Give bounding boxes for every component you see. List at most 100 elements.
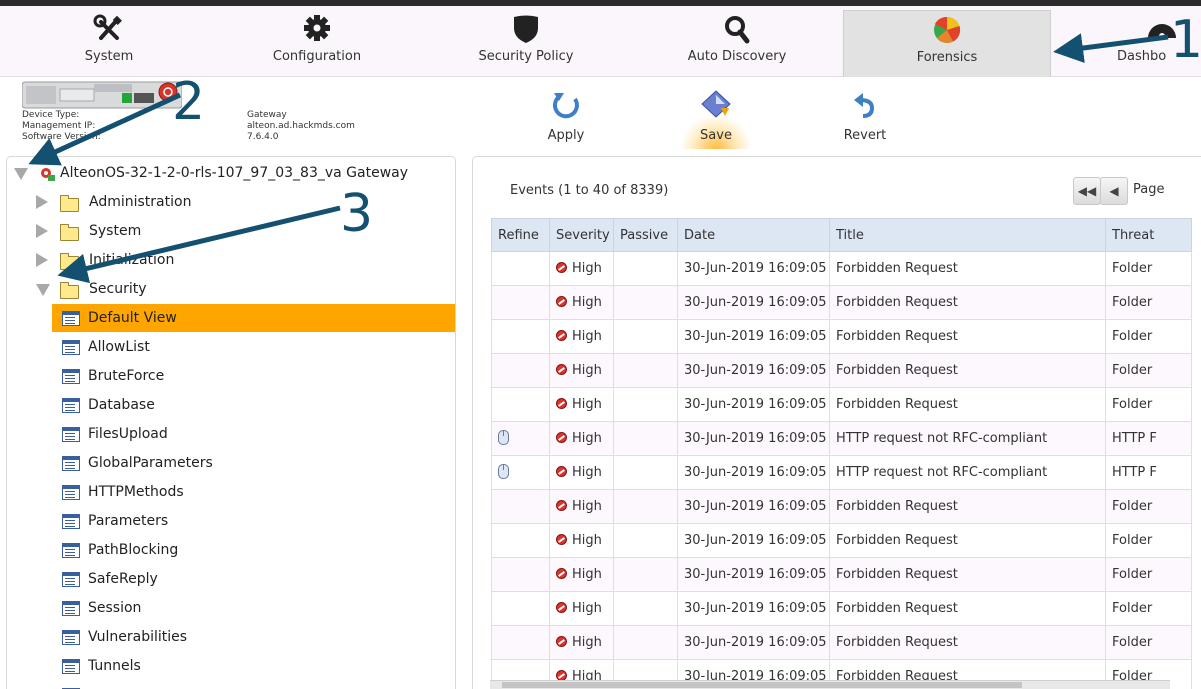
tree-folder-administration[interactable]: Administration <box>7 188 455 216</box>
event-row[interactable]: High30-Jun-2019 16:09:05Forbidden Reques… <box>492 592 1192 626</box>
refine-cell[interactable] <box>492 456 550 490</box>
high-severity-icon <box>556 330 567 341</box>
expand-icon[interactable] <box>36 253 48 267</box>
high-severity-icon <box>556 432 567 443</box>
first-page-button[interactable]: ◀◀ <box>1073 177 1101 205</box>
nav-system-label: System <box>34 49 184 64</box>
nav-configuration[interactable]: Configuration <box>242 6 392 76</box>
nav-forensics-label: Forensics <box>844 50 1050 65</box>
nav-auto-discovery-label: Auto Discovery <box>662 49 812 64</box>
refine-cell[interactable] <box>492 490 550 524</box>
tree-view-default-view[interactable]: Default View <box>52 304 455 332</box>
tree-view-safereply[interactable]: SafeReply <box>52 565 455 593</box>
date-cell: 30-Jun-2019 16:09:05 <box>678 626 830 660</box>
event-row[interactable]: High30-Jun-2019 16:09:05Forbidden Reques… <box>492 490 1192 524</box>
apply-icon <box>551 90 581 120</box>
tree-view-database[interactable]: Database <box>52 391 455 419</box>
passive-cell <box>614 354 678 388</box>
tree-view-label: SafeReply <box>88 565 158 593</box>
threat-cell: Folder <box>1106 320 1192 354</box>
passive-cell <box>614 388 678 422</box>
expand-icon[interactable] <box>36 224 48 238</box>
previous-page-button[interactable]: ◀ <box>1100 177 1128 205</box>
column-header-date[interactable]: Date <box>678 219 830 252</box>
save-button[interactable]: Save <box>681 90 751 143</box>
apply-button[interactable]: Apply <box>531 90 601 143</box>
nav-auto-discovery[interactable]: Auto Discovery <box>662 6 812 76</box>
tree-folder-security[interactable]: Security <box>7 275 455 303</box>
refine-cell[interactable] <box>492 626 550 660</box>
collapse-icon[interactable] <box>36 284 50 296</box>
refine-cell[interactable] <box>492 286 550 320</box>
refine-cell[interactable] <box>492 354 550 388</box>
tree-folder-initialization[interactable]: Initialization <box>7 246 455 274</box>
event-row[interactable]: High30-Jun-2019 16:09:05Forbidden Reques… <box>492 286 1192 320</box>
refine-cell[interactable] <box>492 592 550 626</box>
tree-view-label: HTTPMethods <box>88 478 184 506</box>
nav-system[interactable]: System <box>34 6 184 76</box>
tree-view-label: BruteForce <box>88 362 164 390</box>
column-header-refine[interactable]: Refine <box>492 219 550 252</box>
event-row[interactable]: High30-Jun-2019 16:09:05Forbidden Reques… <box>492 320 1192 354</box>
nav-security-policy[interactable]: Security Policy <box>451 6 601 76</box>
passive-cell <box>614 490 678 524</box>
tree-view-bruteforce[interactable]: BruteForce <box>52 362 455 390</box>
high-severity-icon <box>556 500 567 511</box>
event-row[interactable]: High30-Jun-2019 16:09:05HTTP request not… <box>492 456 1192 490</box>
refine-cell[interactable] <box>492 320 550 354</box>
tree-view-filesupload[interactable]: FilesUpload <box>52 420 455 448</box>
nav-forensics[interactable]: Forensics <box>843 10 1051 77</box>
tree-view-session[interactable]: Session <box>52 594 455 622</box>
event-row[interactable]: High30-Jun-2019 16:09:05Forbidden Reques… <box>492 252 1192 286</box>
refine-mouse-icon[interactable] <box>498 430 509 445</box>
column-header-title[interactable]: Title <box>830 219 1106 252</box>
magnifier-icon <box>721 14 753 44</box>
event-row[interactable]: High30-Jun-2019 16:09:05Forbidden Reques… <box>492 558 1192 592</box>
tree-view-globalparameters[interactable]: GlobalParameters <box>52 449 455 477</box>
event-row[interactable]: High30-Jun-2019 16:09:05Forbidden Reques… <box>492 524 1192 558</box>
column-header-severity[interactable]: Severity <box>550 219 614 252</box>
high-severity-icon <box>556 296 567 307</box>
scrollbar-thumb[interactable] <box>502 682 1022 688</box>
column-header-passive[interactable]: Passive <box>614 219 678 252</box>
tree-view-vulnerabilities[interactable]: Vulnerabilities <box>52 623 455 651</box>
tree-folder-label: System <box>89 217 141 245</box>
tree-view-parameters[interactable]: Parameters <box>52 507 455 535</box>
title-cell: Forbidden Request <box>830 286 1106 320</box>
tree-view-tunnels[interactable]: Tunnels <box>52 652 455 680</box>
date-cell: 30-Jun-2019 16:09:05 <box>678 388 830 422</box>
tree-view-label: Default View <box>88 304 177 332</box>
nav-configuration-label: Configuration <box>242 49 392 64</box>
refine-cell[interactable] <box>492 252 550 286</box>
severity-text: High <box>572 261 602 276</box>
refine-cell[interactable] <box>492 558 550 592</box>
event-row[interactable]: High30-Jun-2019 16:09:05HTTP request not… <box>492 422 1192 456</box>
event-row[interactable]: High 30-Jun-2019 16:09:05Forbidden Reques… <box>492 626 1192 660</box>
event-row[interactable]: High30-Jun-2019 16:09:05Forbidden Reques… <box>492 354 1192 388</box>
column-header-threat[interactable]: Threat <box>1106 219 1192 252</box>
severity-text: High <box>572 431 602 446</box>
management-ip-value: alteon.ad.hackmds.com <box>247 121 355 132</box>
title-cell: Forbidden Request <box>830 524 1106 558</box>
threat-cell: HTTP F <box>1106 422 1192 456</box>
tree-root[interactable]: AlteonOS-32-1-2-0-rls-107_97_03_83_va Ga… <box>7 159 455 187</box>
date-cell: 30-Jun-2019 16:09:05 <box>678 320 830 354</box>
severity-cell: High <box>550 286 614 320</box>
severity-text: High <box>572 397 602 412</box>
collapse-root-icon[interactable] <box>14 168 28 180</box>
tree-view-allowlist[interactable]: AllowList <box>52 333 455 361</box>
refine-cell[interactable] <box>492 422 550 456</box>
expand-icon[interactable] <box>36 195 48 209</box>
revert-button[interactable]: Revert <box>830 90 900 143</box>
refine-cell[interactable] <box>492 388 550 422</box>
tree-view-httpmethods[interactable]: HTTPMethods <box>52 478 455 506</box>
tree-folder-system[interactable]: System <box>7 217 455 245</box>
severity-cell: High <box>550 626 614 660</box>
event-row[interactable]: High30-Jun-2019 16:09:05Forbidden Reques… <box>492 388 1192 422</box>
refine-cell[interactable] <box>492 524 550 558</box>
title-cell: Forbidden Request <box>830 626 1106 660</box>
date-cell: 30-Jun-2019 16:09:05 <box>678 524 830 558</box>
tree-view-pathblocking[interactable]: PathBlocking <box>52 536 455 564</box>
severity-cell: High <box>550 456 614 490</box>
refine-mouse-icon[interactable] <box>498 464 509 479</box>
